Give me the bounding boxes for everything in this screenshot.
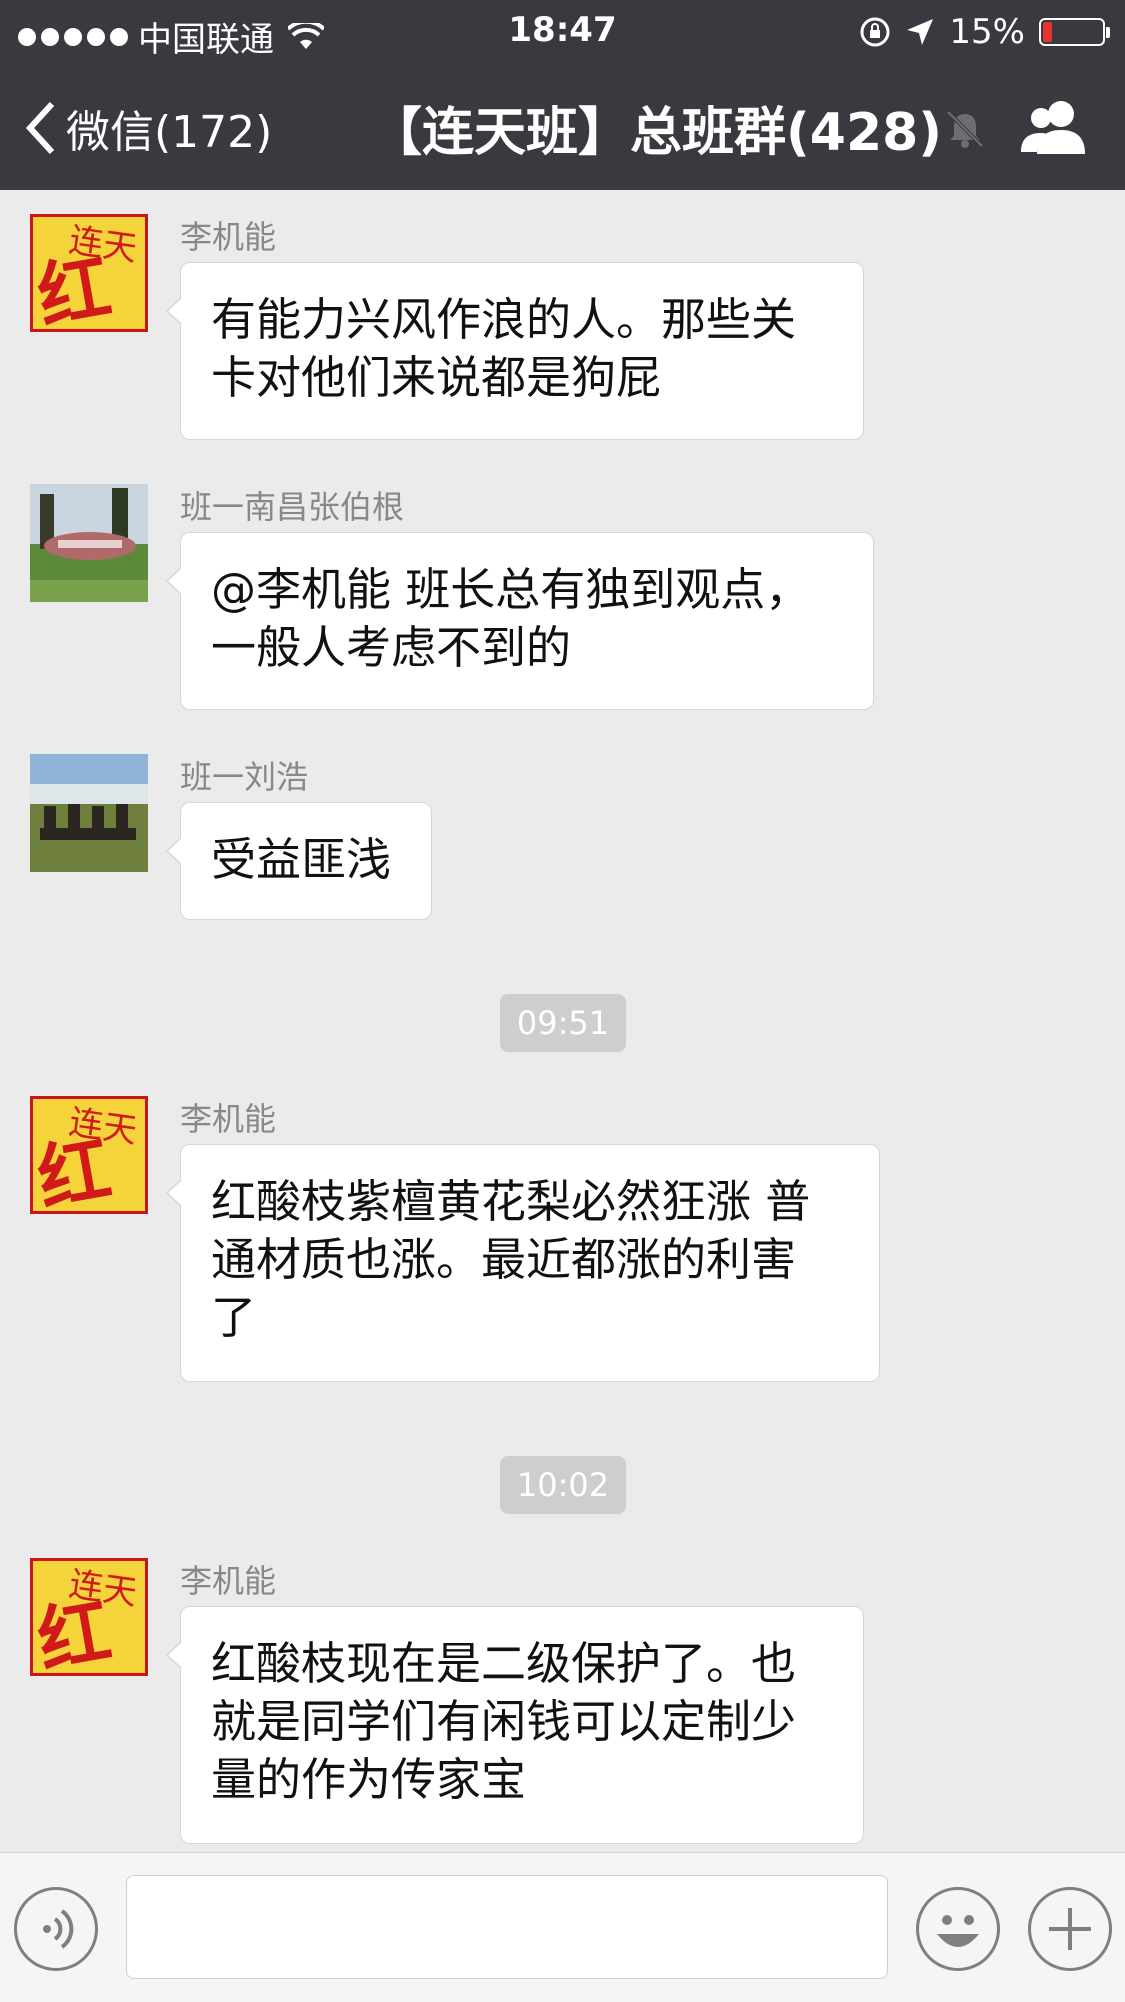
- more-button[interactable]: [1028, 1887, 1112, 1971]
- sender-name: 李机能: [180, 1562, 277, 1600]
- plus-icon: [1049, 1908, 1091, 1950]
- input-bar: [0, 1852, 1125, 2002]
- timestamp: 10:02: [500, 1456, 626, 1514]
- avatar[interactable]: [30, 754, 148, 872]
- message-bubble[interactable]: 有能力兴风作浪的人。那些关 卡对他们来说都是狗屁: [166, 262, 864, 440]
- avatar[interactable]: 红 连天: [30, 1558, 148, 1676]
- voice-button[interactable]: [14, 1887, 98, 1971]
- avatar[interactable]: [30, 484, 148, 602]
- avatar-photo: [30, 484, 148, 602]
- sender-name: 李机能: [180, 1100, 277, 1138]
- message-bubble[interactable]: 红酸枝紫檀黄花梨必然狂涨 普 通材质也涨。最近都涨的利害 了: [166, 1144, 880, 1382]
- message-bubble[interactable]: 红酸枝现在是二级保护了。也 就是同学们有闲钱可以定制少 量的作为传家宝: [166, 1606, 864, 1844]
- emoji-icon: [937, 1915, 979, 1947]
- avatar[interactable]: 红 连天: [30, 214, 148, 332]
- sender-name: 班一刘浩: [180, 758, 309, 796]
- voice-icon: [43, 1909, 74, 1949]
- timestamp: 09:51: [500, 994, 626, 1052]
- message-item: 红 连天 李机能 红酸枝现在是二级保护了。也 就是同学们有闲钱可以定制少 量的作…: [0, 0, 1125, 1844]
- sender-name: 班一南昌张伯根: [180, 488, 405, 526]
- avatar[interactable]: 红 连天: [30, 1096, 148, 1214]
- avatar-photo: [30, 754, 148, 872]
- message-input[interactable]: [126, 1875, 888, 1979]
- sender-name: 李机能: [180, 218, 277, 256]
- message-bubble[interactable]: 受益匪浅: [166, 802, 432, 920]
- emoji-button[interactable]: [916, 1887, 1000, 1971]
- message-bubble[interactable]: @李机能 班长总有独到观点， 一般人考虑不到的: [166, 532, 874, 710]
